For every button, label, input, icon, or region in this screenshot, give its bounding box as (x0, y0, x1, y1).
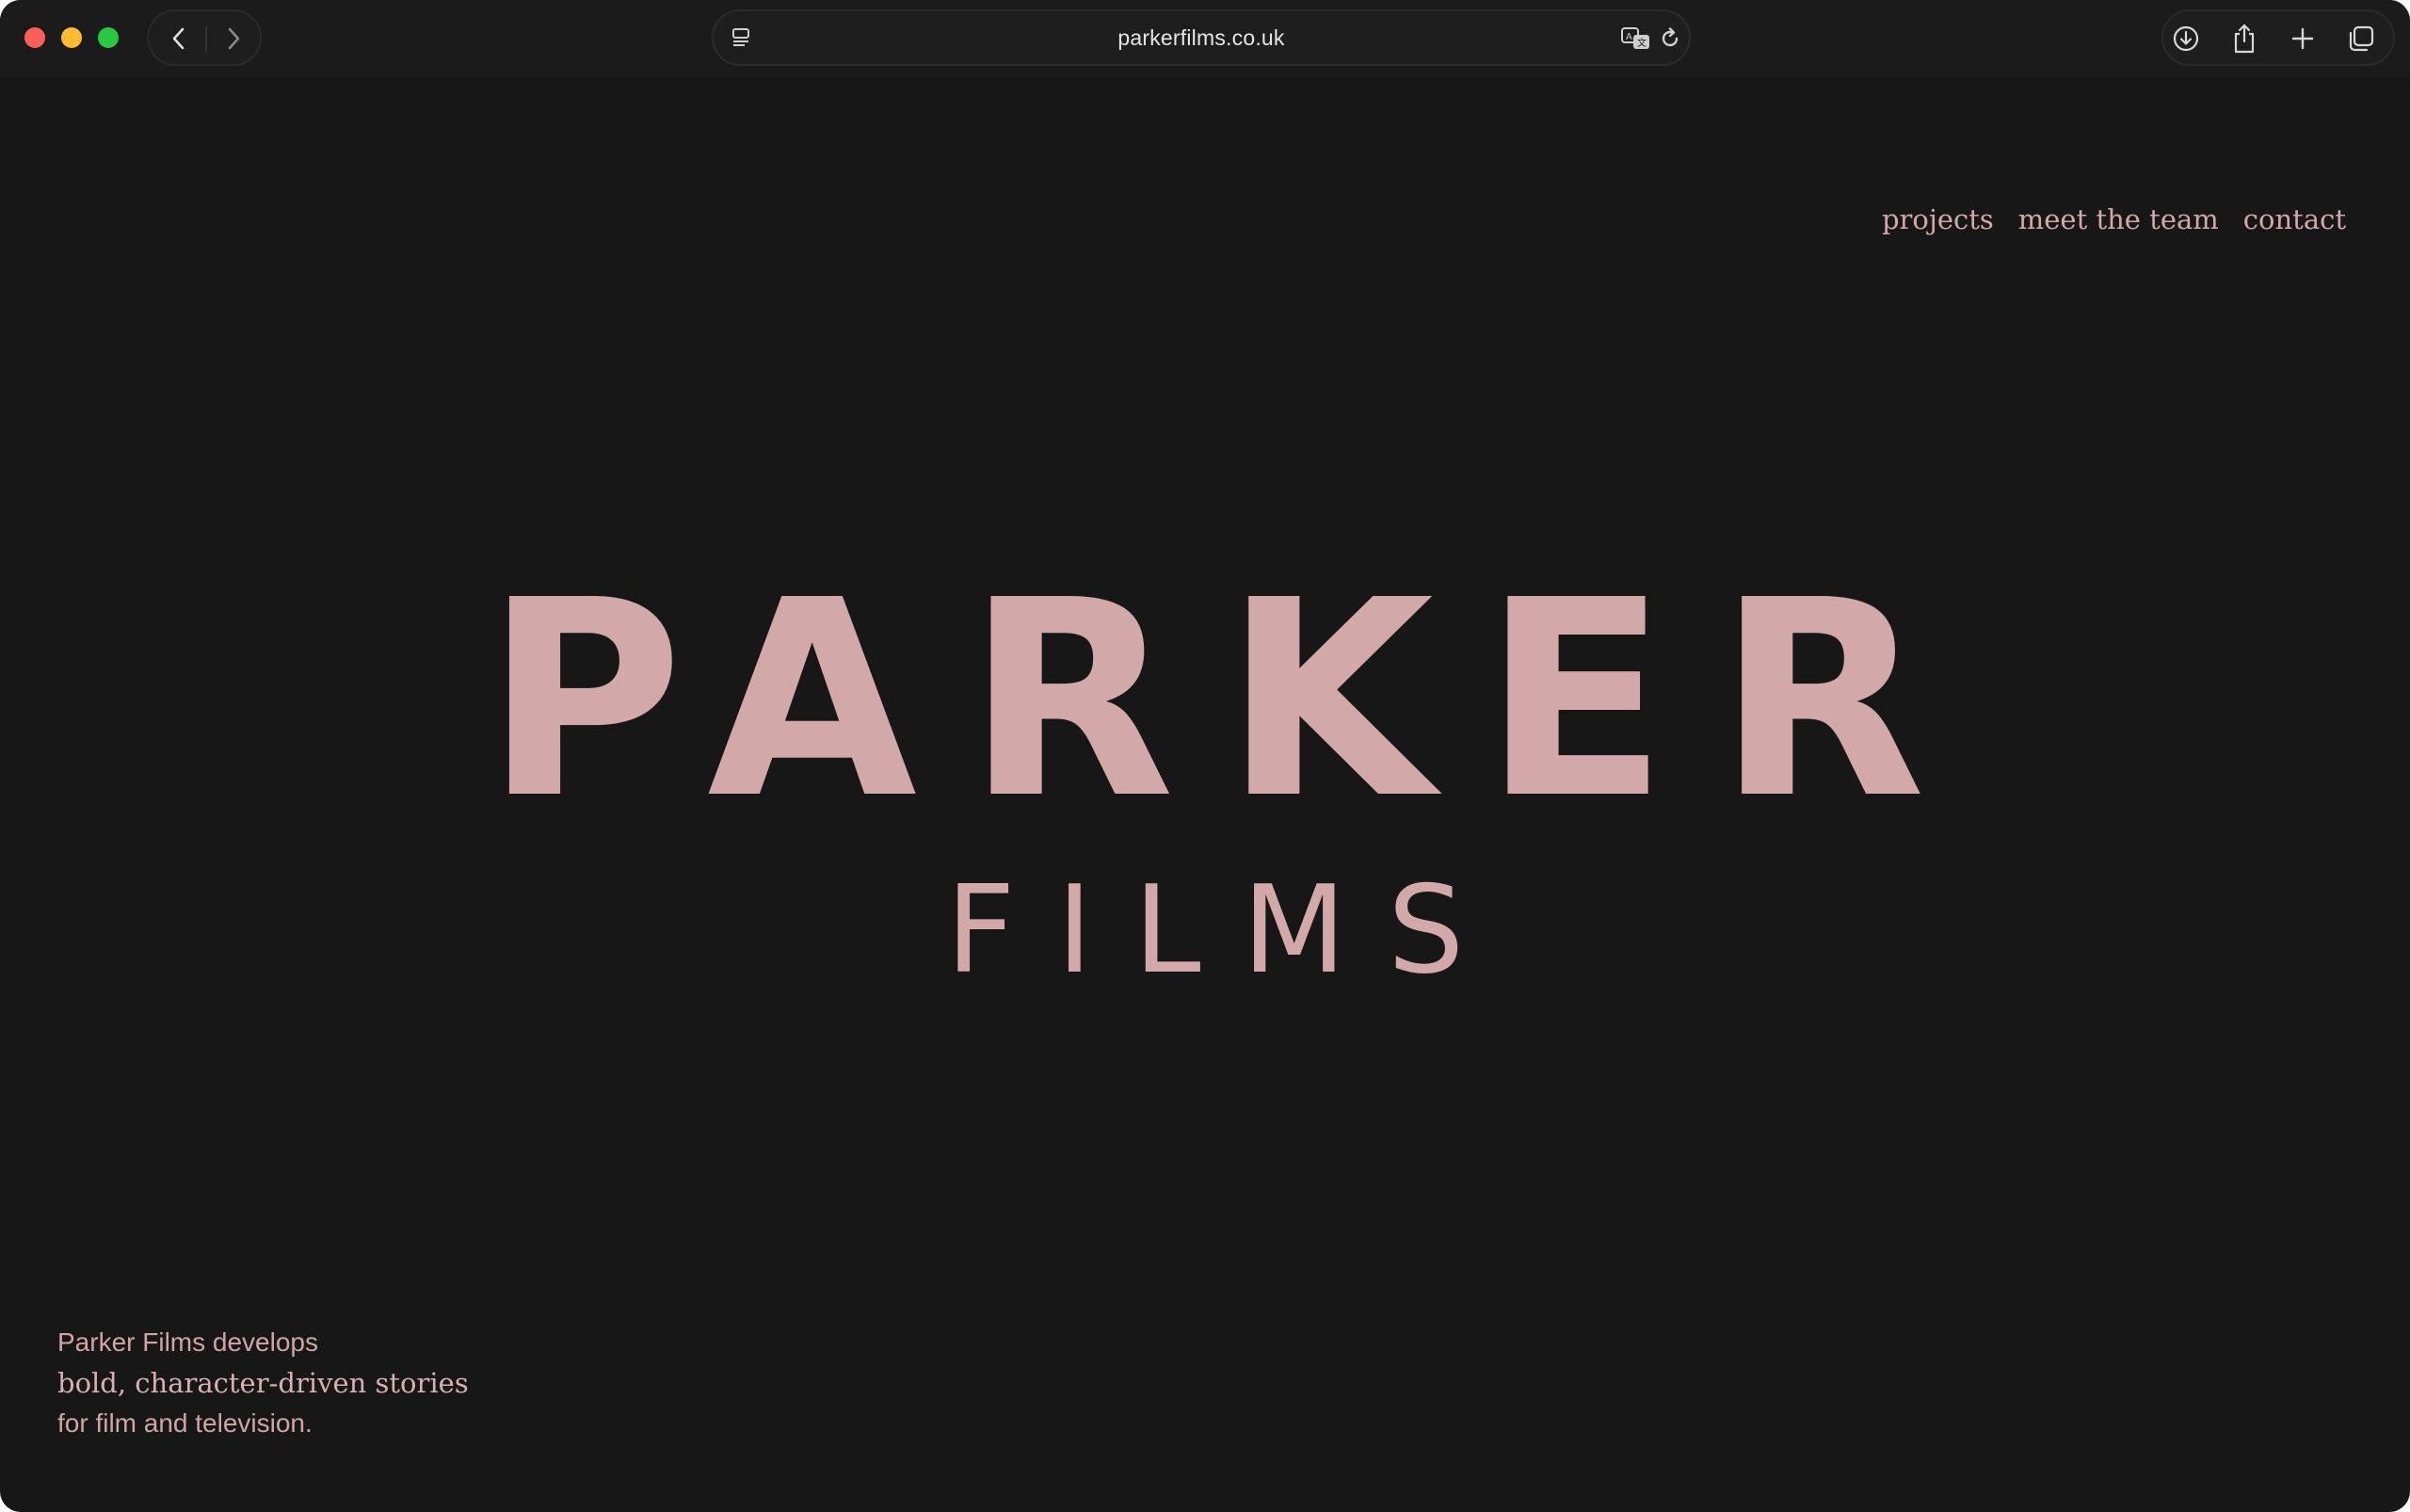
tagline-line-1: Parker Films develops (57, 1327, 318, 1357)
minimize-window-button[interactable] (61, 27, 82, 48)
plus-icon (2291, 27, 2314, 50)
logo-wordmark-main: PARKER (484, 542, 1975, 858)
browser-toolbar: parkerfilms.co.uk A 文 (0, 0, 2410, 77)
nav-link-contact[interactable]: contact (2243, 203, 2346, 235)
navigation-buttons (147, 9, 262, 66)
svg-text:文: 文 (1637, 37, 1647, 49)
forward-button[interactable] (217, 22, 250, 56)
reload-icon (1662, 27, 1679, 47)
tab-overview-button[interactable] (2344, 22, 2378, 56)
nav-divider (205, 26, 207, 53)
close-window-button[interactable] (24, 27, 45, 48)
chevron-right-icon (228, 27, 240, 50)
nav-link-meet-the-team[interactable]: meet the team (2018, 203, 2219, 235)
downloads-button[interactable] (2169, 22, 2203, 56)
back-button[interactable] (162, 22, 196, 56)
share-icon (2234, 24, 2255, 54)
chevron-left-icon (172, 27, 185, 50)
reload-button[interactable] (1655, 24, 1685, 54)
maximize-window-button[interactable] (98, 27, 119, 48)
share-button[interactable] (2227, 22, 2261, 56)
address-bar[interactable]: parkerfilms.co.uk A 文 (712, 9, 1691, 66)
url-text[interactable]: parkerfilms.co.uk (714, 25, 1689, 51)
nav-link-projects[interactable]: projects (1882, 203, 1994, 235)
tagline: Parker Films develops bold, character-dr… (57, 1323, 469, 1443)
tagline-line-2: bold, character-driven stories (57, 1367, 469, 1399)
new-tab-button[interactable] (2286, 22, 2320, 56)
toolbar-actions (2161, 9, 2395, 66)
svg-text:A: A (1626, 32, 1632, 42)
translate-button[interactable]: A 文 (1619, 24, 1653, 54)
translate-icon: A 文 (1621, 27, 1649, 49)
download-icon (2173, 25, 2199, 52)
tabs-icon (2349, 25, 2374, 52)
browser-window: parkerfilms.co.uk A 文 projects meet the … (0, 0, 2410, 1512)
tagline-line-3: for film and television. (57, 1408, 313, 1438)
logo-wordmark-sub: FILMS (945, 861, 1506, 1001)
site-navigation: projects meet the team contact (1882, 203, 2346, 235)
